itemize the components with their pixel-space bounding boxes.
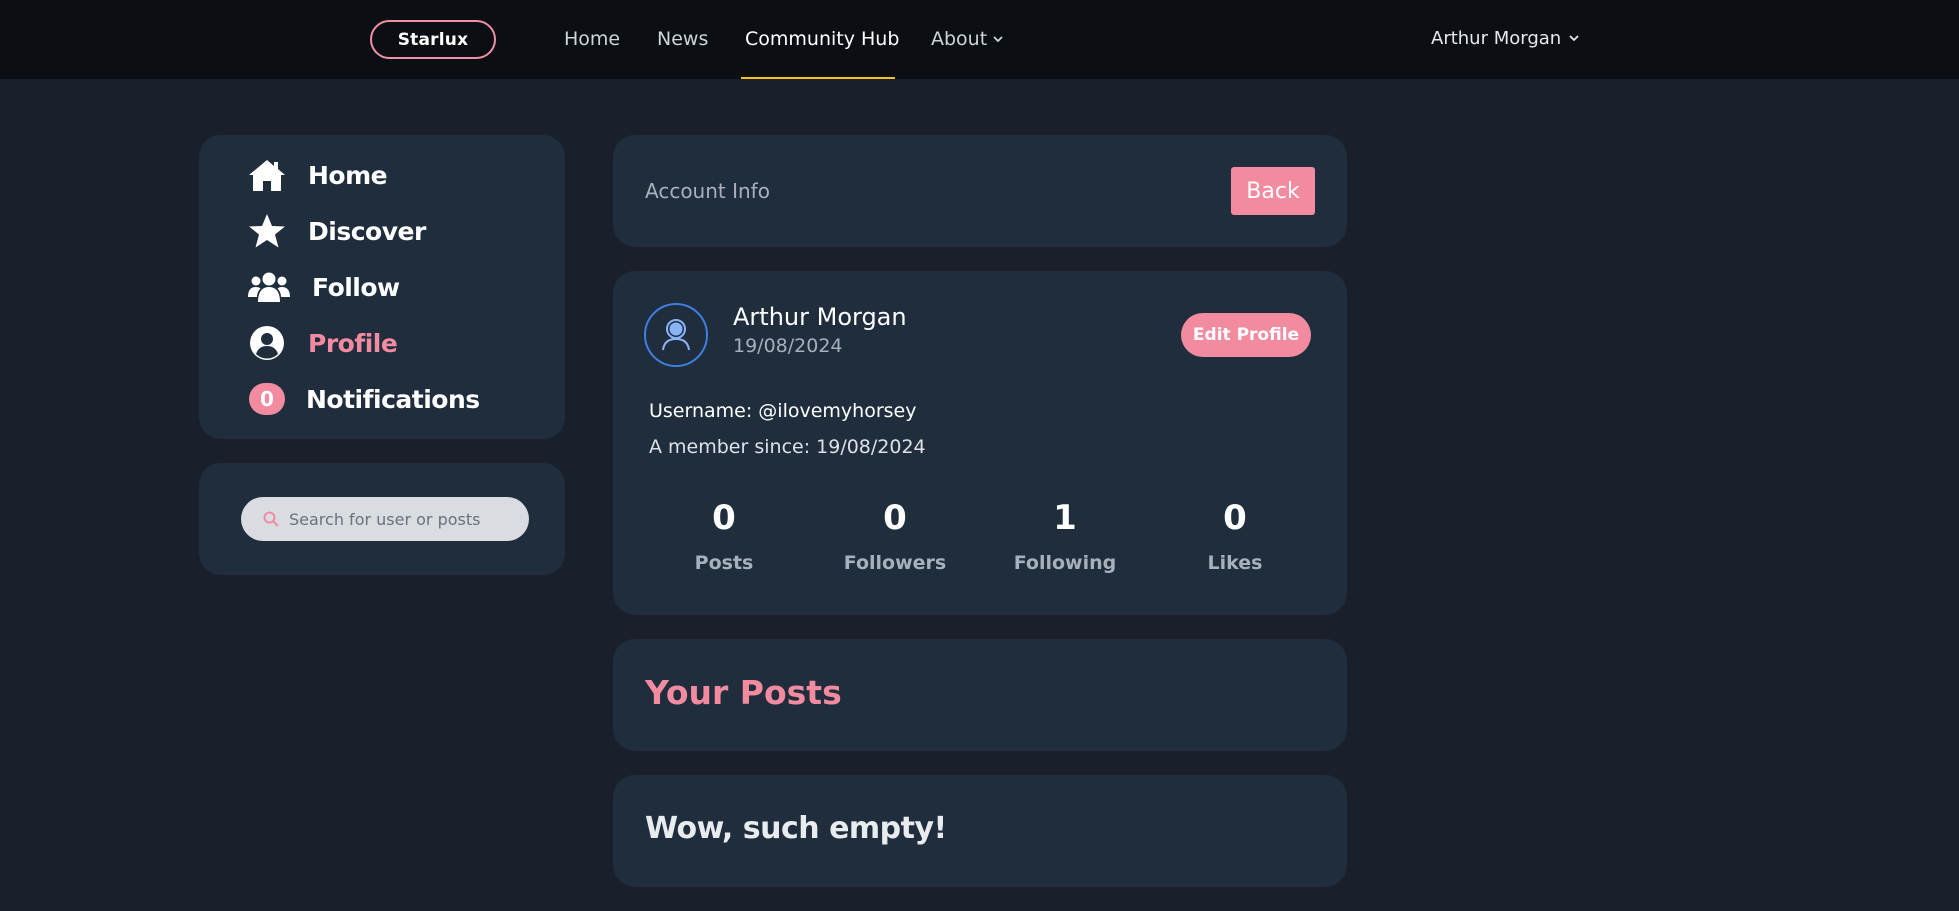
brand-logo-button[interactable]: Starlux (370, 20, 496, 59)
user-menu-dropdown[interactable]: Arthur Morgan (1431, 28, 1579, 49)
profile-name: Arthur Morgan (733, 303, 907, 331)
back-button[interactable]: Back (1231, 167, 1315, 215)
nav-link-label: Home (564, 28, 621, 50)
sidebar-item-discover[interactable]: Discover (247, 211, 426, 251)
user-circle-icon (247, 323, 287, 363)
sidebar-item-label: Profile (308, 328, 398, 358)
nav-link-label: About (931, 28, 988, 50)
nav-link-label: Community Hub (745, 28, 900, 50)
sidebar-item-notifications[interactable]: 0 Notifications (247, 379, 480, 419)
brand-label: Starlux (397, 29, 469, 50)
search-bar[interactable] (241, 497, 529, 541)
stat-posts[interactable]: 0 Posts (649, 501, 799, 574)
edit-profile-button[interactable]: Edit Profile (1181, 313, 1311, 357)
sidebar-item-label: Notifications (306, 384, 480, 414)
notification-count: 0 (249, 383, 285, 415)
stat-following[interactable]: 1 Following (990, 501, 1140, 574)
profile-member-since: A member since: 19/08/2024 (649, 436, 926, 458)
account-info-title: Account Info (645, 179, 770, 203)
avatar (643, 302, 709, 368)
profile-join-date: 19/08/2024 (733, 335, 843, 357)
your-posts-title: Your Posts (645, 673, 842, 712)
empty-state-message: Wow, such empty! (645, 811, 947, 846)
notification-badge: 0 (247, 379, 287, 419)
user-avatar-icon (644, 303, 708, 367)
nav-link-community-hub[interactable]: Community Hub (745, 28, 899, 50)
chevron-down-icon (993, 35, 1003, 42)
sidebar-item-follow[interactable]: Follow (247, 267, 400, 307)
top-navbar: Starlux Home News Community Hub About Ar… (0, 0, 1959, 79)
profile-username: Username: @ilovemyhorsey (649, 400, 917, 422)
profile-card: Arthur Morgan 19/08/2024 Edit Profile Us… (613, 271, 1347, 615)
account-info-card: Account Info Back (613, 135, 1347, 247)
your-posts-card: Your Posts (613, 639, 1347, 751)
nav-link-home[interactable]: Home (564, 28, 620, 50)
sidebar-item-label: Follow (312, 272, 400, 302)
stat-value: 0 (1223, 498, 1247, 538)
stat-label: Likes (1207, 552, 1263, 574)
users-icon (247, 267, 291, 307)
star-icon (247, 211, 287, 251)
empty-posts-card: Wow, such empty! (613, 775, 1347, 887)
nav-link-news[interactable]: News (657, 28, 708, 50)
stat-value: 1 (1053, 498, 1077, 538)
stat-label: Following (1013, 552, 1117, 574)
sidebar-item-label: Discover (308, 216, 426, 246)
stat-label: Followers (843, 552, 947, 574)
stat-followers[interactable]: 0 Followers (820, 501, 970, 574)
sidebar-item-profile[interactable]: Profile (247, 323, 398, 363)
stat-likes[interactable]: 0 Likes (1160, 501, 1310, 574)
stat-label: Posts (694, 552, 754, 574)
nav-link-about[interactable]: About (931, 28, 1003, 50)
sidebar-item-home[interactable]: Home (247, 155, 388, 195)
active-tab-underline (741, 77, 895, 79)
home-icon (247, 155, 287, 195)
stat-value: 0 (712, 498, 736, 538)
nav-link-label: News (657, 28, 709, 50)
chevron-down-icon (1569, 35, 1579, 42)
search-input[interactable] (289, 509, 519, 529)
search-card (199, 463, 565, 575)
sidebar-item-label: Home (308, 160, 388, 190)
stat-value: 0 (883, 498, 907, 538)
user-menu-name: Arthur Morgan (1431, 28, 1562, 49)
sidebar-nav: Home Discover Follow Profile 0 Notificat… (199, 135, 565, 439)
search-icon (263, 511, 279, 527)
